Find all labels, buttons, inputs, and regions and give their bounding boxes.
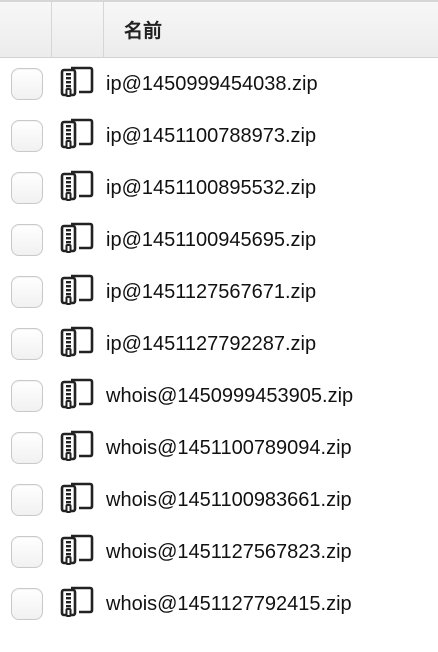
file-name[interactable]: ip@1451127567671.zip: [106, 281, 316, 304]
row-checkbox[interactable]: [11, 224, 43, 256]
zip-archive-icon: [59, 429, 95, 463]
file-name[interactable]: ip@1451127792287.zip: [106, 333, 316, 356]
zip-archive-icon: [59, 221, 95, 255]
zip-archive-icon: [59, 377, 95, 411]
table-row[interactable]: ip@1451100945695.zip: [0, 214, 438, 266]
table-row[interactable]: whois@1451127567823.zip: [0, 526, 438, 578]
table-row[interactable]: whois@1451100789094.zip: [0, 422, 438, 474]
file-list: ip@1450999454038.zip ip@1451100788973.zi…: [0, 58, 438, 630]
table-header: 名前: [0, 0, 438, 58]
file-name[interactable]: ip@1450999454038.zip: [106, 73, 318, 96]
file-table: 名前 ip@1450999454038.zip ip@1451100788973…: [0, 0, 438, 630]
file-name[interactable]: whois@1451127792415.zip: [106, 593, 352, 616]
file-name[interactable]: whois@1450999453905.zip: [106, 385, 353, 408]
zip-archive-icon: [59, 325, 95, 359]
row-checkbox[interactable]: [11, 68, 43, 100]
zip-archive-icon: [59, 117, 95, 151]
icon-column-header: [52, 2, 104, 57]
table-row[interactable]: ip@1451127567671.zip: [0, 266, 438, 318]
table-row[interactable]: whois@1451127792415.zip: [0, 578, 438, 630]
file-name[interactable]: ip@1451100945695.zip: [106, 229, 316, 252]
row-checkbox[interactable]: [11, 120, 43, 152]
zip-archive-icon: [59, 273, 95, 307]
name-column-label: 名前: [124, 20, 163, 42]
row-checkbox[interactable]: [11, 536, 43, 568]
zip-archive-icon: [59, 481, 95, 515]
zip-archive-icon: [59, 533, 95, 567]
table-row[interactable]: ip@1450999454038.zip: [0, 58, 438, 110]
table-row[interactable]: ip@1451100895532.zip: [0, 162, 438, 214]
file-name[interactable]: ip@1451100788973.zip: [106, 125, 316, 148]
row-checkbox[interactable]: [11, 172, 43, 204]
file-name[interactable]: whois@1451100983661.zip: [106, 489, 352, 512]
name-column-header[interactable]: 名前: [104, 2, 438, 57]
row-checkbox[interactable]: [11, 380, 43, 412]
row-checkbox[interactable]: [11, 276, 43, 308]
row-checkbox[interactable]: [11, 588, 43, 620]
zip-archive-icon: [59, 65, 95, 99]
select-column-header[interactable]: [0, 2, 52, 57]
zip-archive-icon: [59, 169, 95, 203]
table-row[interactable]: whois@1451100983661.zip: [0, 474, 438, 526]
zip-archive-icon: [59, 585, 95, 619]
file-name[interactable]: whois@1451100789094.zip: [106, 437, 352, 460]
row-checkbox[interactable]: [11, 328, 43, 360]
row-checkbox[interactable]: [11, 484, 43, 516]
table-row[interactable]: ip@1451127792287.zip: [0, 318, 438, 370]
table-row[interactable]: ip@1451100788973.zip: [0, 110, 438, 162]
file-name[interactable]: ip@1451100895532.zip: [106, 177, 316, 200]
row-checkbox[interactable]: [11, 432, 43, 464]
file-name[interactable]: whois@1451127567823.zip: [106, 541, 352, 564]
table-row[interactable]: whois@1450999453905.zip: [0, 370, 438, 422]
